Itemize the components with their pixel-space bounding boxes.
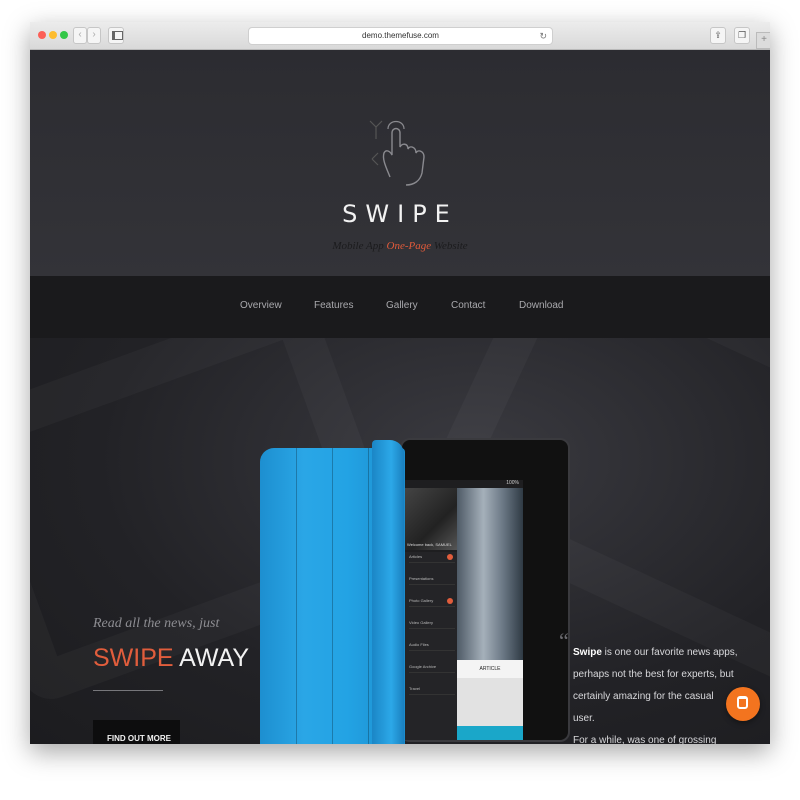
nav-item-download[interactable]: Download [519, 300, 563, 311]
tagline-accent: One-Page [386, 240, 432, 252]
reload-icon[interactable]: ↻ [539, 28, 547, 44]
nav-item-overview[interactable]: Overview [240, 300, 282, 311]
status-bar: 100% [506, 480, 519, 486]
notification-badge [447, 554, 453, 560]
sidebar-icon[interactable] [108, 27, 124, 44]
nav-item-gallery[interactable]: Gallery [386, 300, 418, 311]
testimonial-text: Swipe is one our favorite news apps, per… [573, 647, 738, 744]
zoom-window-button[interactable] [60, 31, 68, 39]
main-nav: Overview Features Gallery Contact Downlo… [30, 276, 770, 338]
find-out-more-button[interactable]: FIND OUT MORE [93, 720, 180, 744]
menu-item: Articles [409, 552, 455, 563]
new-tab-icon[interactable]: + [756, 32, 770, 49]
address-bar[interactable]: demo.themefuse.com ↻ [248, 27, 553, 45]
nav-item-contact[interactable]: Contact [451, 300, 485, 311]
share-icon[interactable]: ⇪ [710, 27, 726, 44]
url-text: demo.themefuse.com [362, 31, 439, 40]
article-highlight [457, 726, 523, 740]
profile-photo [405, 488, 457, 550]
city-photo [457, 488, 523, 660]
browser-window: ‹ › demo.themefuse.com ↻ ⇪ ❐ + SWIPE Mob… [30, 22, 770, 744]
cover-fold [296, 448, 297, 744]
menu-item: Video Gallery [409, 618, 455, 629]
app-menu: Articles Presentations Photo Gallery Vid… [405, 552, 457, 740]
hero-headline-rest: AWAY [173, 644, 250, 672]
tablet-screen: 100% Welcome back, SAMUEL Articles Prese… [405, 480, 523, 740]
notification-badge [447, 598, 453, 604]
hero-subtitle: Read all the news, just [93, 616, 220, 631]
menu-item: Travel [409, 684, 455, 695]
tabs-icon[interactable]: ❐ [734, 27, 750, 44]
hero-headline: SWIPE AWAY [93, 644, 249, 673]
back-button[interactable]: ‹ [73, 27, 87, 44]
cover-fold [368, 448, 369, 744]
hero-headline-accent: SWIPE [93, 644, 174, 672]
menu-item: Audio Files [409, 640, 455, 651]
hero-divider [93, 690, 163, 691]
swipe-hand-icon [369, 120, 425, 186]
chat-icon[interactable] [726, 687, 760, 721]
site-logo[interactable]: SWIPE [30, 200, 770, 228]
menu-item: Google Archive [409, 662, 455, 673]
welcome-text: Welcome back, SAMUEL [407, 542, 452, 547]
minimize-window-button[interactable] [49, 31, 57, 39]
browser-toolbar: ‹ › demo.themefuse.com ↻ ⇪ ❐ + [30, 22, 770, 50]
hero-section: Read all the news, just SWIPE AWAY FIND … [30, 338, 770, 744]
smart-cover-edge [372, 440, 404, 744]
article-tab: ARTICLE [457, 660, 523, 678]
tagline-start: Mobile App [332, 240, 387, 252]
close-window-button[interactable] [38, 31, 46, 39]
tablet-device: 100% Welcome back, SAMUEL Articles Prese… [400, 438, 570, 742]
header-section: SWIPE Mobile App One-Page Website [30, 50, 770, 276]
menu-item: Photo Gallery [409, 596, 455, 607]
tagline-end: Website [431, 240, 468, 252]
forward-button[interactable]: › [87, 27, 101, 44]
nav-item-features[interactable]: Features [314, 300, 353, 311]
menu-item: Presentations [409, 574, 455, 585]
testimonial-brand: Swipe [573, 647, 602, 658]
cover-fold [332, 448, 333, 744]
tagline: Mobile App One-Page Website [30, 240, 770, 252]
quote-icon: “ [559, 628, 569, 653]
